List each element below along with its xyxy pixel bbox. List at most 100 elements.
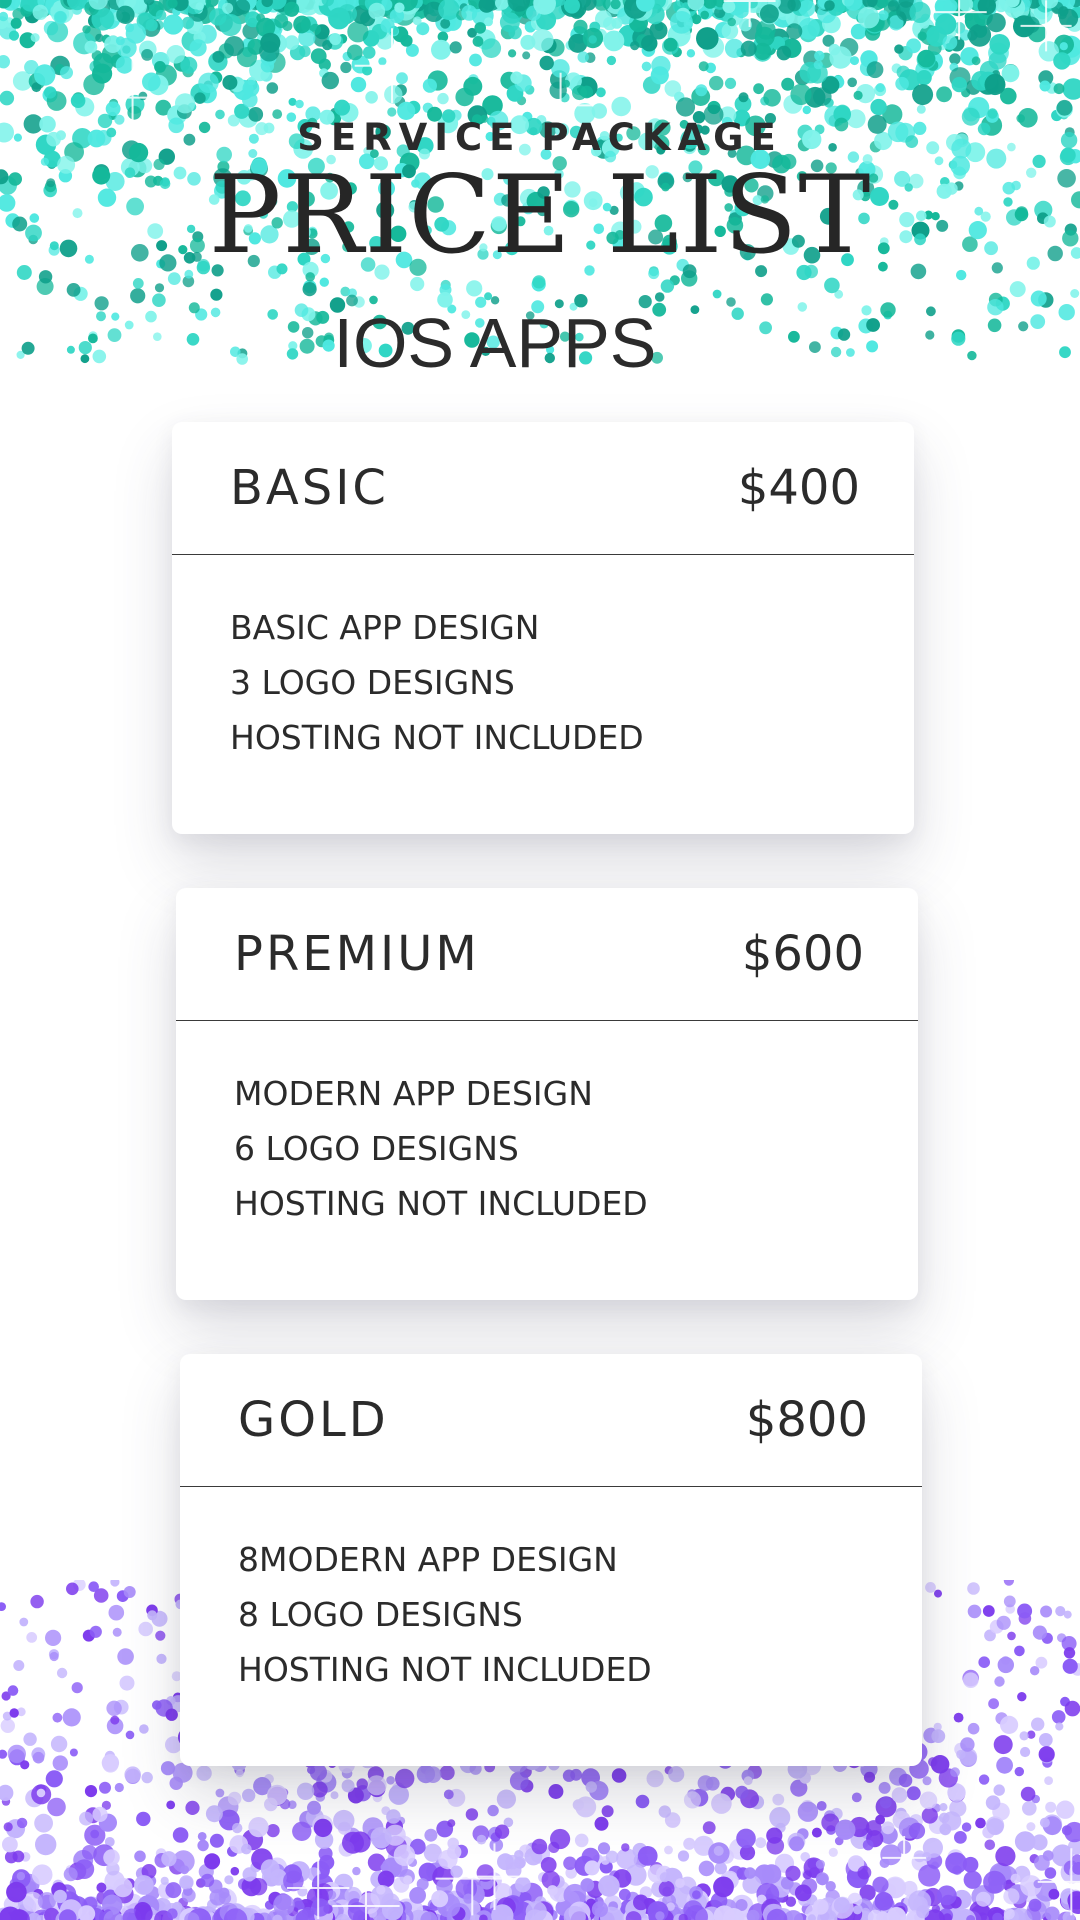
glitter-dot [160, 1761, 176, 1776]
glitter-dot [942, 1811, 962, 1831]
glitter-dot [766, 1827, 783, 1844]
glitter-dot [9, 1909, 30, 1920]
glitter-dot [693, 1835, 714, 1856]
glitter-dot [248, 1817, 269, 1838]
glitter-dot [178, 1897, 189, 1908]
glitter-dot [1026, 1822, 1036, 1832]
glitter-dot [36, 1788, 46, 1798]
glitter-dot [84, 1807, 101, 1824]
glitter-dot [497, 1853, 514, 1871]
glitter-dot [748, 1911, 759, 1920]
glitter-dot [1066, 1914, 1077, 1920]
glitter-dot [307, 1867, 321, 1881]
glitter-dot [597, 1842, 611, 1855]
glitter-dot [841, 1903, 863, 1920]
glitter-dot [693, 1907, 714, 1920]
glitter-dot [902, 1880, 918, 1897]
glitter-dot [909, 1814, 923, 1828]
glitter-dot [586, 1898, 596, 1909]
glitter-dot [447, 1819, 456, 1828]
glitter-dot [670, 1885, 694, 1908]
glitter-dot [505, 1854, 520, 1870]
glitter-dot [125, 1902, 148, 1920]
glitter-dot [898, 1773, 913, 1788]
glitter-dot [984, 1839, 996, 1851]
glitter-dot [739, 1845, 756, 1861]
glitter-dot [302, 1906, 314, 1919]
glitter-dot [802, 1868, 813, 1880]
glitter-dot [268, 1911, 282, 1920]
glitter-dot [952, 1865, 962, 1876]
glitter-dot [352, 1866, 361, 1876]
glitter-dot [509, 1771, 529, 1791]
glitter-dot [849, 1816, 870, 1838]
glitter-dot [930, 1755, 950, 1774]
glitter-dot [313, 1818, 333, 1838]
glitter-dot [88, 1581, 99, 1592]
glitter-dot [393, 1876, 410, 1893]
glitter-dot [27, 1912, 41, 1920]
glitter-dot [425, 1909, 446, 1920]
glitter-dot [215, 1788, 225, 1798]
package-card-basic[interactable]: BASIC $400 BASIC APP DESIGN 3 LOGO DESIG… [172, 422, 914, 834]
glitter-dot [6, 1881, 27, 1903]
glitter-dot [20, 1760, 30, 1770]
glitter-dot [172, 1850, 195, 1873]
glitter-dot [565, 1867, 577, 1879]
glitter-dot [690, 1788, 709, 1807]
glitter-dot [1042, 1757, 1053, 1768]
glitter-dot [889, 1767, 908, 1786]
glitter-dot [621, 1843, 630, 1852]
glitter-dot [541, 1870, 560, 1890]
glitter-dot [531, 1838, 548, 1855]
glitter-dot [881, 1821, 895, 1835]
glitter-dot [472, 1825, 490, 1843]
glitter-dot [337, 1821, 351, 1835]
glitter-dot [962, 1669, 979, 1687]
glitter-dot [460, 1910, 475, 1920]
glitter-dot [719, 1849, 734, 1864]
glitter-dot [450, 1865, 463, 1878]
glitter-dot [988, 1698, 999, 1710]
glitter-dot [995, 1712, 1008, 1725]
glitter-dot [992, 1912, 1003, 1920]
glitter-dot [496, 1897, 516, 1917]
glitter-dot [578, 1913, 591, 1920]
glitter-dot [386, 1904, 400, 1918]
glitter-dot [0, 1749, 8, 1759]
glitter-dot [311, 1860, 330, 1880]
glitter-dot [236, 1907, 255, 1920]
glitter-dot [436, 1878, 453, 1895]
glitter-dot [104, 1750, 116, 1762]
glitter-dot [1003, 1595, 1016, 1608]
package-card-premium[interactable]: PREMIUM $600 MODERN APP DESIGN 6 LOGO DE… [176, 888, 918, 1300]
glitter-dot [562, 1911, 581, 1920]
glitter-dot [307, 1800, 321, 1815]
glitter-dot [89, 1625, 102, 1638]
glitter-dot [532, 1900, 555, 1920]
glitter-dot [559, 1907, 583, 1920]
glitter-dot [68, 1862, 87, 1881]
glitter-dot [106, 1700, 122, 1716]
glitter-dot [608, 1901, 619, 1911]
glitter-dot [7, 1685, 19, 1696]
glitter-dot [633, 1894, 649, 1911]
glitter-dot [457, 1895, 466, 1904]
glitter-dot [232, 1822, 243, 1834]
glitter-dot [45, 1770, 63, 1788]
glitter-dot [846, 1866, 869, 1889]
glitter-dot [443, 1789, 454, 1800]
glitter-dot [605, 1850, 619, 1864]
package-card-gold[interactable]: GOLD $800 8MODERN APP DESIGN 8 LOGO DESI… [180, 1354, 922, 1766]
glitter-dot [623, 1908, 642, 1920]
glitter-dot [702, 1821, 716, 1835]
glitter-dot [1061, 1825, 1073, 1836]
glitter-dot [891, 1787, 908, 1803]
glitter-dot [489, 1838, 504, 1852]
glitter-dot [908, 1890, 932, 1914]
glitter-dot [200, 1908, 222, 1920]
glitter-dot [967, 1582, 980, 1595]
glitter-dot [242, 1788, 256, 1803]
glitter-dot [82, 1845, 97, 1860]
glitter-dot [66, 1582, 79, 1596]
